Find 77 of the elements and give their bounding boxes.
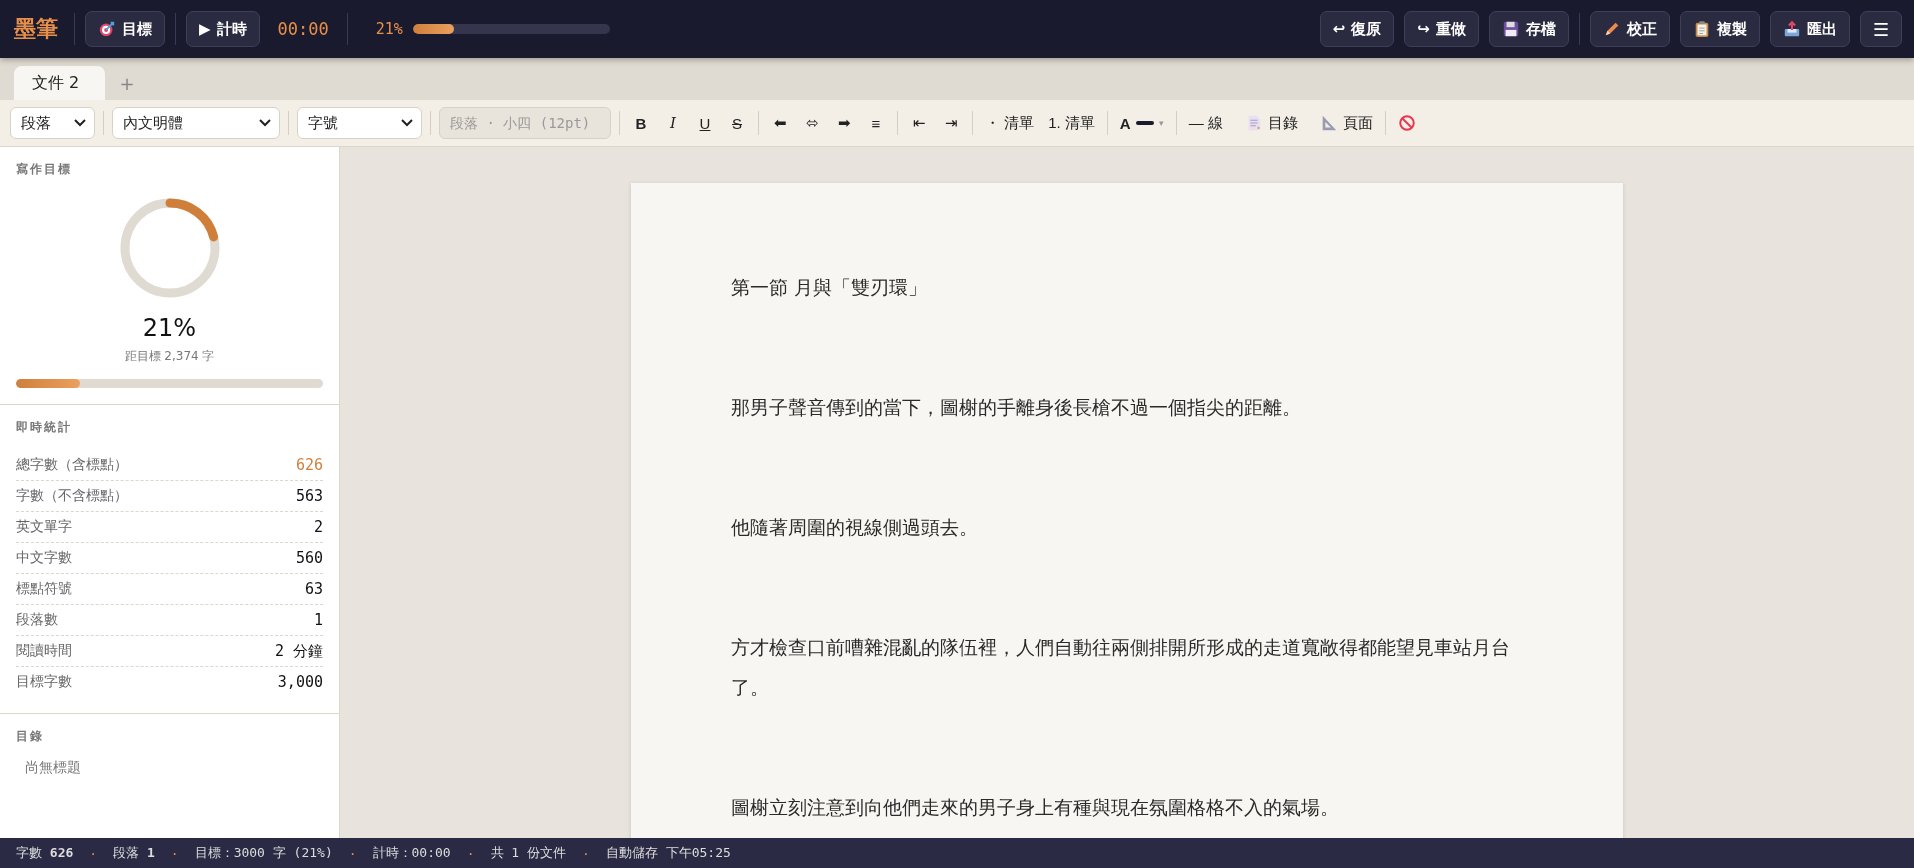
- goal-remaining: 距目標 2,374 字: [123, 348, 216, 365]
- stat-value: 560: [295, 549, 323, 567]
- separator-dot: ·: [89, 845, 98, 861]
- toolbar-button[interactable]: 複製: [1679, 11, 1760, 47]
- document-tab[interactable]: 文件 2: [14, 66, 105, 100]
- toolbar-button[interactable]: — 線: [1184, 107, 1227, 139]
- status-item: 共 1 份文件: [490, 844, 566, 862]
- stat-label: 中文字數: [16, 549, 72, 567]
- stat-value: 563: [295, 487, 323, 505]
- toolbar-button[interactable]: ・ 清單: [981, 107, 1039, 139]
- stat-label: 字數（不含標點）: [16, 487, 128, 505]
- toolbar-button[interactable]: ↪ 重做: [1404, 11, 1479, 47]
- paragraph: 第一節 月與「雙刃環」: [731, 275, 929, 300]
- stat-value: 3,000: [277, 673, 323, 691]
- goal-percent: 21%: [141, 314, 198, 342]
- indent-button[interactable]: ⇤: [906, 107, 932, 139]
- paragraph: 圖榭立刻注意到向他們走來的男子身上有種與現在氛圍格格不入的氣場。: [731, 795, 1340, 820]
- prohibited-icon: [1397, 114, 1416, 132]
- toolbar-button[interactable]: 匯出: [1769, 11, 1850, 47]
- stat-value: 1: [313, 611, 323, 629]
- stat-label: 目標字數: [16, 673, 72, 691]
- dropdown[interactable]: 字號: [297, 107, 422, 139]
- outbox-icon: [1782, 20, 1801, 38]
- format-button[interactable]: I: [660, 107, 686, 139]
- empty-toc-note: 尚無標題: [25, 759, 82, 777]
- separator-dot: ·: [348, 845, 357, 861]
- paragraph: 方才檢查口前嘈雜混亂的隊伍裡，人們自動往兩側排開所形成的走道寬敞得都能望見車站月台了。: [731, 635, 1511, 700]
- toolbar-button[interactable]: 目錄: [1240, 107, 1302, 139]
- stat-label: 總字數（含標點）: [16, 456, 128, 474]
- separator-dot: ·: [466, 845, 475, 861]
- section-heading: 寫作目標: [16, 161, 73, 178]
- separator-dot: ·: [170, 845, 179, 861]
- chevron-down-icon: [401, 119, 413, 127]
- stat-value: 2: [313, 518, 323, 536]
- stat-label: 段落數: [16, 611, 58, 629]
- section-heading: 即時統計: [16, 419, 73, 436]
- timer-display: 00:00: [276, 19, 330, 39]
- format-button[interactable]: U: [692, 107, 718, 139]
- progress-reading: 21%: [375, 20, 403, 38]
- section-heading: 目錄: [16, 728, 45, 745]
- toolbar-button[interactable]: 校正: [1589, 11, 1670, 47]
- indent-button[interactable]: ⇥: [938, 107, 964, 139]
- chevron-down-icon: [74, 119, 86, 127]
- menu-button[interactable]: ☰: [1859, 11, 1902, 47]
- align-button[interactable]: ⬄: [799, 107, 825, 139]
- stat-label: 英文單字: [16, 518, 72, 536]
- format-button[interactable]: B: [628, 107, 654, 139]
- status-item: 目標：3000 字 (21%): [194, 844, 333, 862]
- stat-value: 2 分鐘: [274, 641, 323, 661]
- status-item: 計時：00:00: [372, 844, 451, 862]
- status-item: 段落 1: [113, 844, 155, 862]
- status-item: 字數 626: [16, 844, 74, 862]
- separator-dot: ·: [582, 845, 590, 861]
- goal-button[interactable]: 目標: [85, 11, 165, 47]
- align-button[interactable]: ➡: [831, 107, 857, 139]
- align-button[interactable]: ≡: [863, 107, 889, 139]
- target-icon: [98, 20, 116, 38]
- toolbar-button[interactable]: 1. 清單: [1044, 107, 1099, 139]
- text-color-button[interactable]: A ▾: [1115, 107, 1168, 139]
- toolbar-button[interactable]: 頁面: [1315, 107, 1377, 139]
- paragraph: 他隨著周圍的視線側過頭去。: [731, 515, 979, 540]
- app-logo: 墨筆: [14, 14, 59, 43]
- paragraph: 那男子聲音傳到的當下，圖榭的手離身後長槍不過一個指尖的距離。: [731, 395, 1302, 420]
- status-item: 自動儲存 下午05:25: [605, 844, 731, 862]
- toolbar-button[interactable]: 存檔: [1488, 11, 1569, 47]
- timer-button[interactable]: ▶ 計時: [186, 11, 260, 47]
- stat-value: 63: [304, 580, 323, 598]
- align-button[interactable]: ⬅: [767, 107, 793, 139]
- chevron-down-icon: [259, 119, 271, 127]
- stat-value: 626: [295, 456, 323, 474]
- toolbar-button[interactable]: ↩ 復原: [1319, 11, 1395, 47]
- stat-label: 閱讀時間: [16, 642, 72, 660]
- dropdown[interactable]: 段落: [10, 107, 95, 139]
- style-readout-field[interactable]: 段落 · 小四 (12pt): [439, 107, 611, 139]
- dropdown[interactable]: 內文明體: [112, 107, 280, 139]
- stat-label: 標點符號: [16, 580, 72, 598]
- format-button[interactable]: S: [724, 107, 750, 139]
